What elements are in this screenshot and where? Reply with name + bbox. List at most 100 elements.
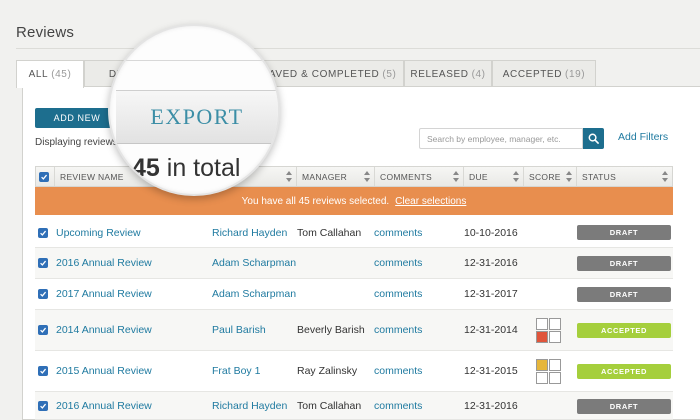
tab-count: (45) xyxy=(51,69,72,80)
comments-link[interactable]: comments xyxy=(374,279,422,309)
sort-icon xyxy=(513,171,519,182)
manager-name: Ray Zalinsky xyxy=(297,365,358,377)
tab-released[interactable]: RELEASED (4) xyxy=(404,60,492,87)
score-cell xyxy=(536,318,548,330)
employee-link[interactable]: Richard Hayden xyxy=(212,392,287,419)
row-checkbox[interactable] xyxy=(38,289,48,299)
check-icon xyxy=(41,174,48,180)
status-badge: DRAFT xyxy=(577,256,671,271)
column-header-score[interactable]: SCORE xyxy=(523,167,576,186)
row-checkbox-cell xyxy=(38,218,48,247)
status-badge: ACCEPTED xyxy=(577,364,671,379)
check-icon xyxy=(40,327,47,333)
manager-name: Beverly Barish xyxy=(297,324,365,336)
column-header-status[interactable]: STATUS xyxy=(576,167,672,186)
table-row[interactable]: 2016 Annual Review Adam Scharpman commen… xyxy=(35,248,673,279)
comments-link[interactable]: comments xyxy=(374,248,422,278)
sort-icon xyxy=(662,171,668,182)
add-filters-link[interactable]: Add Filters xyxy=(618,131,668,143)
banner-text: You have all 45 reviews selected. xyxy=(241,195,390,207)
status-badge: DRAFT xyxy=(577,287,671,302)
column-label: REVIEW NAME xyxy=(60,171,124,182)
review-name-link[interactable]: Upcoming Review xyxy=(56,218,141,247)
search-icon xyxy=(588,133,599,144)
table-row[interactable]: Upcoming Review Richard Hayden Tom Calla… xyxy=(35,218,673,248)
comments-link[interactable]: comments xyxy=(374,218,422,247)
due-date: 12-31-2016 xyxy=(464,399,518,412)
score-grid xyxy=(536,318,561,343)
table-row[interactable]: 2016 Annual Review Richard Hayden Tom Ca… xyxy=(35,392,673,420)
export-button[interactable]: EXPORT xyxy=(116,90,278,144)
select-all-checkbox[interactable] xyxy=(39,171,49,182)
total-count-text: 45 in total xyxy=(132,154,240,183)
check-icon xyxy=(40,260,47,266)
tab-count: (5) xyxy=(382,68,397,80)
employee-link[interactable]: Paul Barish xyxy=(212,310,266,350)
review-name-link[interactable]: 2017 Annual Review xyxy=(56,279,152,309)
search-button[interactable] xyxy=(583,128,604,149)
employee-link[interactable]: Adam Scharpman xyxy=(212,279,296,309)
magnifier-divider xyxy=(110,60,278,61)
tab-all[interactable]: ALL (45) xyxy=(16,60,84,88)
row-checkbox[interactable] xyxy=(38,258,48,268)
column-label: SCORE xyxy=(529,171,561,182)
employee-link[interactable]: Adam Scharpman xyxy=(212,248,296,278)
score-cell xyxy=(536,359,548,371)
comments-link[interactable]: comments xyxy=(374,392,422,419)
add-new-button[interactable]: ADD NEW xyxy=(35,108,119,128)
magnifier-overlay: EXPORT 45 in total xyxy=(108,24,280,196)
manager-name: Tom Callahan xyxy=(297,226,362,239)
row-checkbox[interactable] xyxy=(38,325,48,335)
column-label: COMMENTS xyxy=(380,171,432,182)
tab-label: ALL xyxy=(28,69,49,80)
score-cell xyxy=(549,318,561,330)
tab-count: (19) xyxy=(565,68,586,80)
check-icon xyxy=(40,291,47,297)
select-all-cell xyxy=(36,167,54,186)
search-input[interactable]: Search by employee, manager, etc. xyxy=(419,128,583,149)
column-header-manager[interactable]: MANAGER xyxy=(296,167,374,186)
total-count-suffix: in total xyxy=(166,154,241,182)
check-icon xyxy=(40,403,47,409)
column-label: STATUS xyxy=(582,171,617,182)
comments-link[interactable]: comments xyxy=(374,310,422,350)
table-row[interactable]: 2014 Annual Review Paul Barish Beverly B… xyxy=(35,310,673,351)
review-name-link[interactable]: 2014 Annual Review xyxy=(56,310,152,350)
review-name-link[interactable]: 2015 Annual Review xyxy=(56,351,152,391)
column-label: DUE xyxy=(469,171,488,182)
displaying-text: Displaying reviews xyxy=(35,137,118,148)
total-count-number: 45 xyxy=(132,154,160,182)
clear-selections-link[interactable]: Clear selections xyxy=(395,196,466,207)
tab-label: RELEASED xyxy=(410,68,469,80)
row-checkbox[interactable] xyxy=(38,227,48,238)
column-header-comments[interactable]: COMMENTS xyxy=(374,167,463,186)
comments-link[interactable]: comments xyxy=(374,351,422,391)
table-row[interactable]: 2015 Annual Review Frat Boy 1 Ray Zalins… xyxy=(35,351,673,392)
row-checkbox[interactable] xyxy=(38,400,48,411)
review-name-link[interactable]: 2016 Annual Review xyxy=(56,248,152,278)
employee-link[interactable]: Richard Hayden xyxy=(212,218,287,247)
check-icon xyxy=(40,368,47,374)
column-label: MANAGER xyxy=(302,171,348,182)
tab-accepted[interactable]: ACCEPTED (19) xyxy=(492,60,596,87)
score-cell xyxy=(536,372,548,384)
selection-banner: You have all 45 reviews selected. Clear … xyxy=(35,187,673,215)
due-date: 12-31-2016 xyxy=(464,257,518,269)
page-title: Reviews xyxy=(16,24,75,41)
sort-icon xyxy=(453,171,459,182)
row-checkbox-cell xyxy=(38,310,48,350)
status-badge: DRAFT xyxy=(577,225,671,240)
table-row[interactable]: 2017 Annual Review Adam Scharpman commen… xyxy=(35,279,673,310)
row-checkbox-cell xyxy=(38,351,48,391)
sort-icon xyxy=(286,171,292,182)
row-checkbox[interactable] xyxy=(38,366,48,376)
column-header-due[interactable]: DUE xyxy=(463,167,523,186)
score-cell xyxy=(536,331,548,343)
review-name-link[interactable]: 2016 Annual Review xyxy=(56,392,152,419)
due-date: 12-31-2017 xyxy=(464,288,518,300)
employee-link[interactable]: Frat Boy 1 xyxy=(212,351,260,391)
status-badge: ACCEPTED xyxy=(577,323,671,338)
score-grid xyxy=(536,359,561,384)
tab-saved-completed[interactable]: SAVED & COMPLETED (5) xyxy=(254,60,404,87)
score-cell xyxy=(549,372,561,384)
